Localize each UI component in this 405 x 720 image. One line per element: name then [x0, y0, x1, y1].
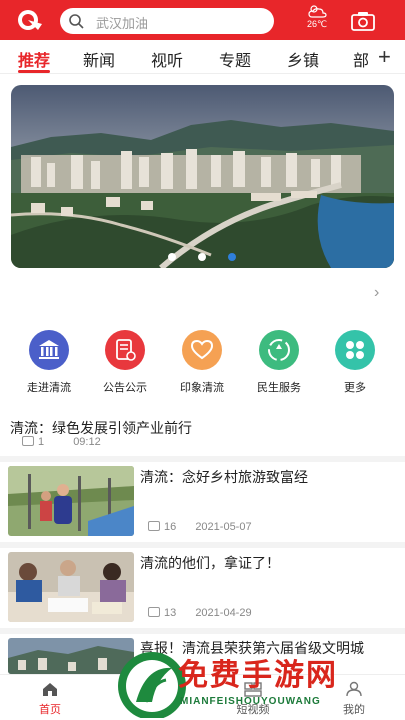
comment-count: 1	[38, 436, 45, 448]
channel-tabs: 推荐 新闻 视听 专题 乡镇 部 +	[0, 40, 405, 74]
article-date: 2021-04-29	[195, 607, 252, 619]
tab-departments[interactable]: 部	[353, 47, 369, 71]
article-title[interactable]: 清流：绿色发展引领产业前行	[10, 418, 192, 438]
shortcut-label: 民生服务	[257, 382, 301, 394]
add-channel-icon[interactable]: +	[378, 44, 391, 70]
app-logo-icon[interactable]	[14, 8, 44, 32]
search-bar[interactable]: 武汉加油	[60, 8, 274, 34]
top-bar: 武汉加油 26℃	[0, 0, 405, 40]
grid-icon	[335, 330, 375, 370]
chevron-right-icon[interactable]: ›	[374, 284, 379, 302]
article-title[interactable]: 清流：念好乡村旅游致富经	[140, 467, 396, 487]
carousel-dot[interactable]	[168, 253, 176, 261]
tab-news[interactable]: 新闻	[83, 47, 115, 71]
comment-icon	[148, 607, 160, 617]
shortcut-services[interactable]: 民生服务	[244, 330, 314, 395]
shortcut-label: 公告公示	[103, 382, 147, 394]
article-meta: 1 09:12	[22, 436, 101, 448]
weather-temperature: 26℃	[306, 19, 328, 29]
banner-carousel[interactable]	[11, 85, 394, 268]
nav-home[interactable]: 首页	[15, 681, 85, 717]
search-placeholder: 武汉加油	[96, 16, 149, 31]
divider	[0, 456, 405, 462]
comment-count: 16	[164, 521, 177, 533]
tab-towns[interactable]: 乡镇	[287, 47, 319, 71]
article-thumbnail[interactable]	[8, 466, 134, 536]
carousel-dot-active[interactable]	[228, 253, 236, 261]
article-title[interactable]: 清流的他们，拿证了！	[140, 553, 396, 573]
weather-cloud-icon	[308, 5, 327, 18]
recycle-icon	[259, 330, 299, 370]
article-time: 09:12	[73, 436, 101, 448]
shortcut-notices[interactable]: 公告公示	[90, 330, 160, 395]
nav-label: 首页	[39, 704, 61, 716]
heart-icon	[182, 330, 222, 370]
article-thumbnail[interactable]	[8, 552, 134, 622]
tab-recommend[interactable]: 推荐	[18, 47, 50, 71]
notice-icon	[105, 330, 145, 370]
bank-icon	[29, 330, 69, 370]
shortcut-label: 印象清流	[180, 382, 224, 394]
divider	[0, 628, 405, 634]
article-date: 2021-05-07	[195, 521, 252, 533]
divider	[0, 542, 405, 548]
active-tab-indicator	[18, 70, 50, 73]
comment-icon	[22, 436, 34, 446]
banner-image	[11, 85, 394, 268]
article-meta: 13 2021-04-29	[148, 607, 252, 619]
watermark-subtext: MIANFEISHOUYOUWANG	[180, 696, 321, 707]
watermark-text: 免费手游网	[178, 659, 338, 692]
home-icon	[43, 683, 57, 696]
article-meta: 16 2021-05-07	[148, 521, 252, 533]
carousel-dot[interactable]	[198, 253, 206, 261]
tab-topics[interactable]: 专题	[219, 47, 251, 71]
comment-count: 13	[164, 607, 177, 619]
comment-icon	[148, 521, 160, 531]
camera-icon[interactable]	[350, 10, 376, 32]
tab-media[interactable]: 视听	[151, 47, 183, 71]
shortcut-more[interactable]: 更多	[320, 330, 390, 395]
shortcut-about[interactable]: 走进清流	[14, 330, 84, 395]
shortcut-impressions[interactable]: 印象清流	[167, 330, 237, 395]
search-icon	[69, 14, 84, 29]
shortcut-label: 走进清流	[27, 382, 71, 394]
shortcut-label: 更多	[344, 382, 366, 394]
weather-widget[interactable]: 26℃	[300, 3, 334, 37]
